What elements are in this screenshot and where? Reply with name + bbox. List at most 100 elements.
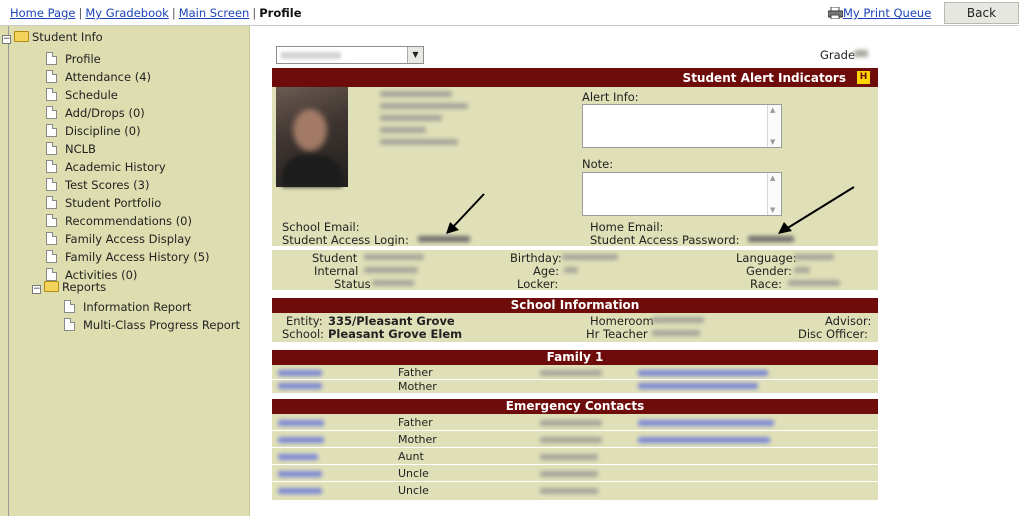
tree-node-student-info[interactable]: − Student Info — [2, 30, 103, 44]
sidebar-item-label: Family Access History (5) — [65, 250, 210, 264]
row-divider — [272, 379, 878, 380]
scrollbar[interactable]: ▲ ▼ — [767, 105, 781, 147]
alert-info-textarea[interactable]: ▲ ▼ — [582, 104, 782, 148]
folder-icon — [44, 281, 59, 292]
printer-icon[interactable] — [827, 6, 844, 22]
note-textarea[interactable]: ▲ ▼ — [582, 172, 782, 216]
folder-icon — [14, 31, 29, 42]
entity-label: Entity: — [286, 314, 323, 328]
sidebar-item-add-drops[interactable]: Add/Drops (0) — [46, 106, 145, 120]
document-icon — [46, 214, 57, 227]
emergency-contact-name-link[interactable] — [278, 471, 322, 477]
emergency-contact-email-link[interactable] — [638, 437, 770, 443]
grade-value — [854, 50, 868, 57]
sidebar-item-nclb[interactable]: NCLB — [46, 142, 96, 156]
race-label: Race: — [750, 277, 783, 291]
student-id-label: Student — [312, 251, 358, 265]
advisor-label: Advisor: — [825, 314, 872, 328]
homeroom-label: Homeroom — [590, 314, 654, 328]
tree-node-reports[interactable]: − Reports — [32, 280, 106, 294]
row-divider — [272, 481, 878, 482]
document-icon — [46, 106, 57, 119]
access-password-label: Student Access Password: — [590, 233, 740, 247]
student-photo — [276, 87, 348, 187]
family-relation: Mother — [398, 380, 437, 393]
breadcrumb-separator: | — [78, 6, 83, 20]
emergency-relation: Uncle — [398, 484, 429, 497]
alert-info-label: Alert Info: — [582, 90, 639, 104]
family-contact-phone — [540, 370, 602, 376]
sidebar-item-information-report[interactable]: Information Report — [64, 300, 191, 314]
breadcrumb-home-link[interactable]: Home Page — [10, 6, 75, 20]
internal-id-value — [364, 267, 418, 273]
school-information-header: School Information — [272, 298, 878, 313]
race-value — [788, 280, 840, 286]
emergency-contact-phone — [540, 488, 598, 494]
breadcrumb-separator: | — [171, 6, 176, 20]
family-header: Family 1 — [272, 350, 878, 365]
family-contact-name-link[interactable] — [278, 370, 322, 376]
profile-panel: ▼ Grade Student Alert Indicators H Alert… — [272, 40, 878, 500]
sidebar-item-academic-history[interactable]: Academic History — [46, 160, 166, 174]
document-icon — [46, 178, 57, 191]
sidebar-item-test-scores[interactable]: Test Scores (3) — [46, 178, 149, 192]
emergency-contact-email-link[interactable] — [638, 420, 774, 426]
status-value — [372, 280, 414, 286]
emergency-contact-name-link[interactable] — [278, 488, 322, 494]
emergency-contact-name-link[interactable] — [278, 420, 324, 426]
alert-indicators-title: Student Alert Indicators — [682, 71, 846, 85]
scrollbar[interactable]: ▲ ▼ — [767, 173, 781, 215]
student-select[interactable]: ▼ — [276, 46, 424, 64]
sidebar-item-student-portfolio[interactable]: Student Portfolio — [46, 196, 161, 210]
sidebar-item-recommendations[interactable]: Recommendations (0) — [46, 214, 192, 228]
row-divider — [272, 464, 878, 465]
alert-badge[interactable]: H — [857, 71, 870, 84]
collapse-icon[interactable]: − — [32, 285, 41, 294]
section-divider — [272, 246, 878, 250]
back-button[interactable]: Back — [944, 2, 1019, 24]
sidebar-item-label: Student Portfolio — [65, 196, 162, 210]
hr-teacher-value — [652, 330, 700, 336]
breadcrumb-separator: | — [252, 6, 257, 20]
note-label: Note: — [582, 157, 614, 171]
document-icon — [46, 88, 57, 101]
gender-label: Gender: — [746, 264, 793, 278]
sidebar-item-label: Discipline (0) — [65, 124, 141, 138]
alert-indicators-header: Student Alert Indicators H — [272, 68, 878, 87]
emergency-contact-phone — [540, 454, 598, 460]
emergency-relation: Mother — [398, 433, 437, 446]
sidebar-item-discipline[interactable]: Discipline (0) — [46, 124, 141, 138]
family-contact-email-link[interactable] — [638, 370, 768, 376]
sidebar-item-schedule[interactable]: Schedule — [46, 88, 118, 102]
breadcrumb-gradebook-link[interactable]: My Gradebook — [85, 6, 168, 20]
emergency-contact-name-link[interactable] — [278, 454, 318, 460]
sidebar-item-label: Test Scores (3) — [65, 178, 150, 192]
emergency-contact-name-link[interactable] — [278, 437, 324, 443]
sidebar-item-profile[interactable]: Profile — [46, 52, 101, 66]
emergency-contacts-title: Emergency Contacts — [505, 399, 645, 413]
print-queue-link[interactable]: My Print Queue — [843, 6, 931, 20]
sidebar-item-label: Multi-Class Progress Report — [83, 318, 241, 332]
locker-label: Locker: — [517, 277, 559, 291]
tree-connector-line — [8, 26, 9, 516]
selected-student-value — [281, 52, 341, 59]
emergency-contact-phone — [540, 471, 598, 477]
collapse-icon[interactable]: − — [2, 35, 11, 44]
sidebar-item-attendance[interactable]: Attendance (4) — [46, 70, 151, 84]
breadcrumb-main-screen-link[interactable]: Main Screen — [179, 6, 250, 20]
sidebar-item-family-access-history[interactable]: Family Access History (5) — [46, 250, 210, 264]
birthday-label: Birthday: — [510, 251, 562, 265]
school-label: School: — [282, 327, 325, 341]
student-phone — [380, 139, 458, 145]
print-queue[interactable]: My Print Queue — [827, 6, 931, 22]
sidebar-item-multi-class-progress-report[interactable]: Multi-Class Progress Report — [64, 318, 240, 332]
emergency-contact-phone — [540, 437, 602, 443]
emergency-relation: Uncle — [398, 467, 429, 480]
family-contact-email-link[interactable] — [638, 383, 758, 389]
family-contact-name-link[interactable] — [278, 383, 322, 389]
sidebar-item-family-access-display[interactable]: Family Access Display — [46, 232, 191, 246]
section-divider — [272, 342, 878, 350]
chevron-down-icon[interactable]: ▼ — [407, 47, 423, 63]
disc-officer-label: Disc Officer: — [798, 327, 868, 341]
emergency-contacts-header: Emergency Contacts — [272, 399, 878, 414]
